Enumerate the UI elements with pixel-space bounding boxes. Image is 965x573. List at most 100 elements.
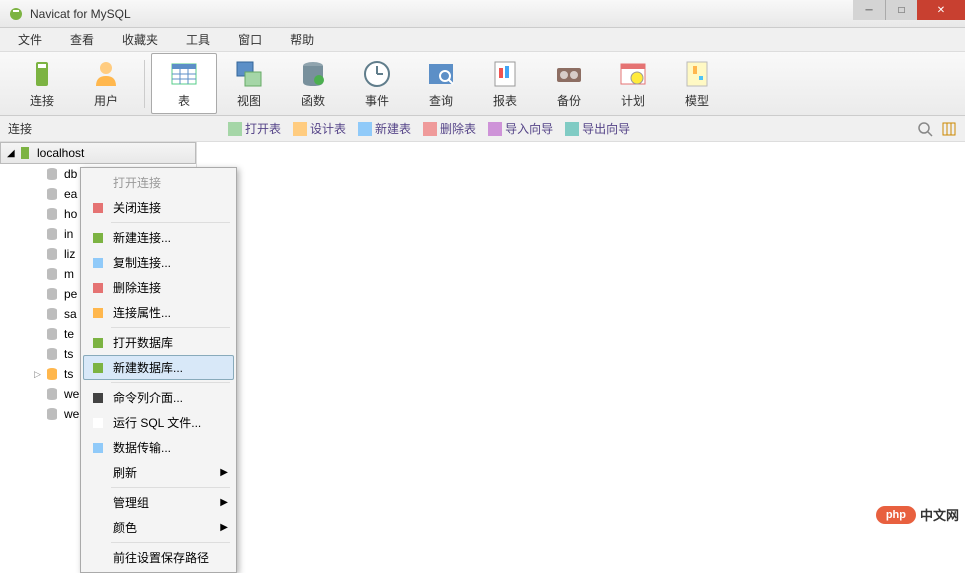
maximize-button[interactable]: □ (885, 0, 917, 20)
close-button[interactable]: ✕ (917, 0, 965, 20)
action-import[interactable]: 导入向导 (488, 120, 553, 137)
run-sql-icon (89, 415, 107, 431)
context-menu-item[interactable]: 颜色▶ (83, 515, 234, 540)
menu-view[interactable]: 查看 (56, 29, 108, 50)
context-menu-item[interactable]: 运行 SQL 文件... (83, 410, 234, 435)
menu-tools[interactable]: 工具 (172, 29, 224, 50)
blank-icon (89, 465, 107, 481)
transfer-icon (89, 440, 107, 456)
table-icon (168, 58, 200, 90)
connection-node-icon (17, 145, 33, 161)
menu-separator (111, 382, 230, 383)
watermark-badge: php (876, 506, 916, 524)
menu-separator (111, 487, 230, 488)
content-area (197, 142, 965, 530)
tool-event[interactable]: 事件 (345, 54, 409, 113)
model-icon (681, 58, 713, 90)
menu-separator (111, 222, 230, 223)
context-menu-item[interactable]: 管理组▶ (83, 490, 234, 515)
tool-view[interactable]: 视图 (217, 54, 281, 113)
menu-favorites[interactable]: 收藏夹 (108, 29, 172, 50)
database-icon (44, 326, 60, 342)
database-icon (44, 246, 60, 262)
backup-icon (553, 58, 585, 90)
database-icon (44, 306, 60, 322)
connection-icon (26, 58, 58, 90)
view-icon (233, 58, 265, 90)
menu-file[interactable]: 文件 (4, 29, 56, 50)
context-menu-item[interactable]: 新建数据库... (83, 355, 234, 380)
watermark: php 中文网 (876, 505, 959, 524)
new-conn-icon (89, 230, 107, 246)
context-menu-item[interactable]: 关闭连接 (83, 195, 234, 220)
blank-icon (89, 520, 107, 536)
tool-connection[interactable]: 连接 (10, 54, 74, 113)
database-icon (44, 346, 60, 362)
window-title: Navicat for MySQL (30, 7, 957, 21)
context-menu-item[interactable]: 复制连接... (83, 250, 234, 275)
menu-window[interactable]: 窗口 (224, 29, 276, 50)
database-icon (44, 386, 60, 402)
action-delete-table[interactable]: 删除表 (423, 120, 476, 137)
submenu-arrow-icon: ▶ (220, 467, 228, 478)
database-icon (44, 266, 60, 282)
context-menu-item[interactable]: 前往设置保存路径 (83, 545, 234, 570)
context-menu-item[interactable]: 刷新▶ (83, 460, 234, 485)
main-toolbar: 连接 用户 表 视图 函数 事件 查询 报表 备份 计划 模型 (0, 52, 965, 116)
menubar: 文件 查看 收藏夹 工具 窗口 帮助 (0, 28, 965, 52)
event-icon (361, 58, 393, 90)
database-icon (44, 286, 60, 302)
action-open-table[interactable]: 打开表 (228, 120, 281, 137)
context-menu-item: 打开连接 (83, 170, 234, 195)
search-icon[interactable] (917, 121, 933, 137)
database-icon (44, 366, 60, 382)
subbar-right (917, 121, 957, 137)
action-export[interactable]: 导出向导 (565, 120, 630, 137)
grid-icon[interactable] (941, 121, 957, 137)
sub-toolbar: 连接 打开表 设计表 新建表 删除表 导入向导 导出向导 (0, 116, 965, 142)
close-conn-icon (89, 200, 107, 216)
tool-user[interactable]: 用户 (74, 54, 138, 113)
context-menu-item[interactable]: 命令列介面... (83, 385, 234, 410)
menu-help[interactable]: 帮助 (276, 29, 328, 50)
context-menu-item[interactable]: 数据传输... (83, 435, 234, 460)
context-menu-item[interactable]: 删除连接 (83, 275, 234, 300)
watermark-text: 中文网 (920, 505, 959, 524)
report-icon (489, 58, 521, 90)
database-icon (44, 226, 60, 242)
context-menu-item[interactable]: 新建连接... (83, 225, 234, 250)
cli-icon (89, 390, 107, 406)
dup-conn-icon (89, 255, 107, 271)
tool-backup[interactable]: 备份 (537, 54, 601, 113)
context-menu-item[interactable]: 打开数据库 (83, 330, 234, 355)
submenu-arrow-icon: ▶ (220, 522, 228, 533)
props-icon (89, 305, 107, 321)
window-controls: ─ □ ✕ (853, 0, 965, 20)
titlebar: Navicat for MySQL ─ □ ✕ (0, 0, 965, 28)
user-icon (90, 58, 122, 90)
app-icon (8, 6, 24, 22)
tool-query[interactable]: 查询 (409, 54, 473, 113)
tree-connection[interactable]: ◢ localhost (0, 142, 196, 164)
database-icon (44, 206, 60, 222)
new-db-icon (89, 360, 107, 376)
action-design-table[interactable]: 设计表 (293, 120, 346, 137)
toolbar-separator (144, 60, 145, 108)
tool-schedule[interactable]: 计划 (601, 54, 665, 113)
context-menu-item[interactable]: 连接属性... (83, 300, 234, 325)
query-icon (425, 58, 457, 90)
tool-table[interactable]: 表 (151, 53, 217, 114)
minimize-button[interactable]: ─ (853, 0, 885, 20)
action-new-table[interactable]: 新建表 (358, 120, 411, 137)
database-icon (44, 406, 60, 422)
subbar-title: 连接 (8, 120, 198, 137)
function-icon (297, 58, 329, 90)
blank-icon (89, 175, 107, 191)
tool-function[interactable]: 函数 (281, 54, 345, 113)
expand-icon[interactable]: ◢ (7, 148, 17, 159)
submenu-arrow-icon: ▶ (220, 497, 228, 508)
tool-report[interactable]: 报表 (473, 54, 537, 113)
tool-model[interactable]: 模型 (665, 54, 729, 113)
context-menu: 打开连接关闭连接新建连接...复制连接...删除连接连接属性... 打开数据库新建… (80, 167, 237, 573)
subbar-actions: 打开表 设计表 新建表 删除表 导入向导 导出向导 (228, 120, 630, 137)
